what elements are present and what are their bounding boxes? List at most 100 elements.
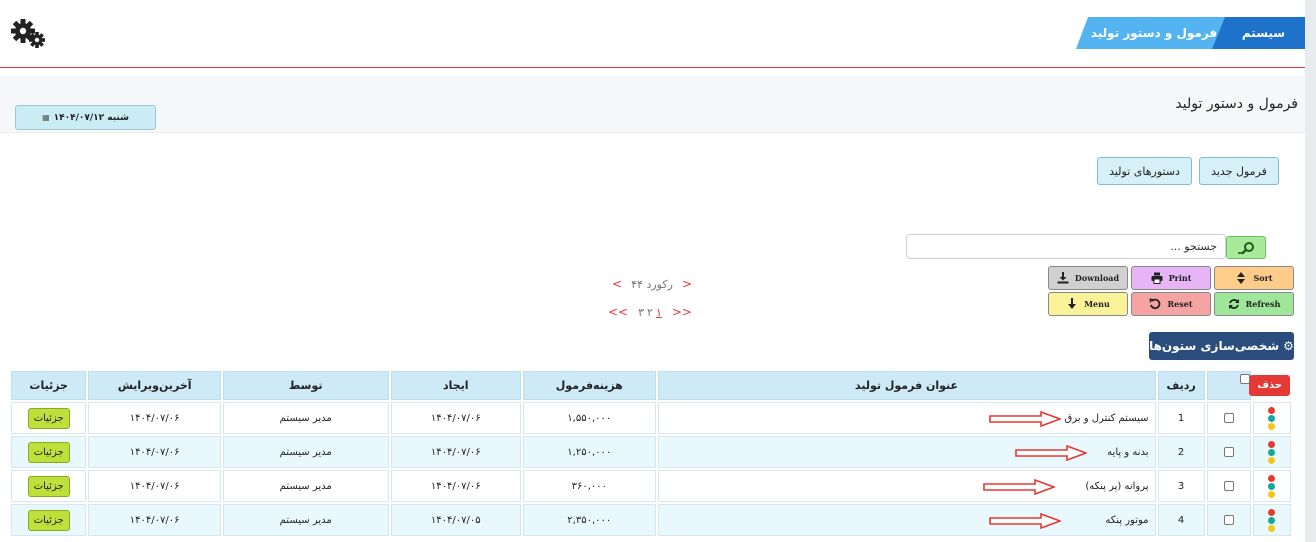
date-display[interactable]: شنبه ۱۴۰۴/۰۷/۱۲ ▦ <box>15 105 156 130</box>
row-cost: ۱,۲۵۰,۰۰۰ <box>523 436 656 468</box>
row-title[interactable]: سیستم کنترل و برق <box>657 402 1156 434</box>
delete-button[interactable]: حذف <box>1249 375 1290 396</box>
breadcrumb-item-formula[interactable]: فرمول و دستور تولید <box>1076 17 1226 49</box>
row-title-text: موتور پنکه <box>1105 514 1149 526</box>
row-select <box>1206 470 1251 502</box>
row-title[interactable]: پروانه (پر پنکه) <box>657 470 1156 502</box>
row-by: مدیر سیستم <box>222 402 389 434</box>
app-window: فرمول و دستور تولید سیستم فرمول و دستور … <box>0 0 1316 542</box>
row-title[interactable]: موتور پنکه <box>657 504 1156 536</box>
reset-label: Reset <box>1167 299 1193 309</box>
row-cost: ۲,۳۵۰,۰۰۰ <box>523 504 656 536</box>
sort-label: Sort <box>1253 273 1273 283</box>
arrow-down-icon <box>1068 298 1077 309</box>
first-page-button[interactable]: << <box>608 305 628 319</box>
row-checkbox[interactable] <box>1223 514 1234 525</box>
row-checkbox[interactable] <box>1223 480 1234 491</box>
reset-icon <box>1149 298 1161 310</box>
header-row-no[interactable]: ردیف <box>1157 371 1205 400</box>
row-select <box>1206 504 1251 536</box>
date-text: شنبه ۱۴۰۴/۰۷/۱۲ <box>53 112 129 123</box>
annotation-arrow-icon <box>1014 445 1087 461</box>
row-checkbox[interactable] <box>1223 446 1234 457</box>
row-cost: ۱,۵۵۰,۰۰۰ <box>523 402 656 434</box>
row-last-edit: ۱۴۰۴/۰۷/۰۶ <box>88 436 221 468</box>
row-details: جزئیات <box>11 504 87 536</box>
cog-icon: ⚙ <box>1283 339 1294 353</box>
refresh-label: Refresh <box>1245 299 1281 309</box>
customize-columns-label: شخصی‌سازی ستون‌ها <box>1149 339 1280 353</box>
print-button[interactable]: Print <box>1131 266 1211 290</box>
row-number: 1 <box>1157 402 1205 434</box>
scrollbar-track[interactable] <box>1305 0 1316 542</box>
header-details: جزئیات <box>11 371 87 400</box>
record-count: ۴۴ رکورد <box>631 277 673 291</box>
header-title[interactable]: عنوان فرمول تولید <box>657 371 1156 400</box>
row-created: ۱۴۰۴/۰۷/۰۶ <box>390 470 522 502</box>
row-by: مدیر سیستم <box>222 504 389 536</box>
row-title-text: بدنه و پایه <box>1107 446 1149 458</box>
pagination: << ۳ ۲ ۱ >> <box>608 305 692 319</box>
record-counter: < ۴۴ رکورد > <box>612 277 692 291</box>
row-select <box>1206 402 1251 434</box>
header-last-edit[interactable]: آخرین‌ویرایش <box>88 371 221 400</box>
last-page-button[interactable]: >> <box>672 305 692 319</box>
download-button[interactable]: Download <box>1048 266 1128 290</box>
refresh-button[interactable]: Refresh <box>1214 292 1294 316</box>
table-row: 1 سیستم کنترل و برق ۱,۵۵۰,۰۰۰ ۱۴۰۴/۰۷/۰۶ مدی… <box>11 402 1291 434</box>
row-title-text: سیستم کنترل و برق <box>1064 412 1149 424</box>
row-status <box>1252 402 1291 434</box>
breadcrumb-item-system[interactable]: سیستم <box>1212 17 1305 49</box>
reset-button[interactable]: Reset <box>1131 292 1211 316</box>
header-delete: حذف <box>1249 371 1291 400</box>
search-icon <box>1238 241 1254 254</box>
row-select <box>1206 436 1251 468</box>
table-row: 3 پروانه (پر پنکه) ۳۶۰,۰۰۰ ۱۴۰۴/۰۷/۰۶ مدیر س… <box>11 470 1291 502</box>
sort-button[interactable]: Sort <box>1214 266 1294 290</box>
row-title[interactable]: بدنه و پایه <box>657 436 1156 468</box>
status-dots-icon <box>1268 508 1276 532</box>
table-header-row: حذف ردیف عنوان فرمول تولید هزینه‌فرمول ا… <box>11 371 1291 400</box>
download-icon <box>1057 272 1069 284</box>
row-created: ۱۴۰۴/۰۷/۰۶ <box>390 436 522 468</box>
print-label: Print <box>1168 273 1192 283</box>
table-body: 1 سیستم کنترل و برق ۱,۵۵۰,۰۰۰ ۱۴۰۴/۰۷/۰۶ مدی… <box>11 402 1291 536</box>
refresh-icon <box>1228 299 1239 309</box>
row-by: مدیر سیستم <box>222 436 389 468</box>
search-input[interactable]: جستجو ... <box>906 234 1226 259</box>
header-by[interactable]: توسط <box>222 371 389 400</box>
row-cost: ۳۶۰,۰۰۰ <box>523 470 656 502</box>
row-title-text: پروانه (پر پنکه) <box>1085 480 1149 492</box>
row-details: جزئیات <box>11 402 87 434</box>
select-all-checkbox[interactable] <box>1239 374 1250 384</box>
page-2[interactable]: ۲ <box>647 306 653 319</box>
row-by: مدیر سیستم <box>222 470 389 502</box>
page-1[interactable]: ۱ <box>656 306 662 319</box>
new-formula-button[interactable]: فرمول جدید <box>1199 157 1279 185</box>
header-cost[interactable]: هزینه‌فرمول <box>523 371 656 400</box>
row-status <box>1252 470 1291 502</box>
page-3[interactable]: ۳ <box>638 306 644 319</box>
header-created[interactable]: ایجاد <box>390 371 522 400</box>
table-row: 2 بدنه و پایه ۱,۲۵۰,۰۰۰ ۱۴۰۴/۰۷/۰۶ مدیر سیست… <box>11 436 1291 468</box>
header-select-all <box>1206 371 1251 400</box>
details-button[interactable]: جزئیات <box>27 475 70 497</box>
settings-gear-icon[interactable] <box>9 17 47 49</box>
details-button[interactable]: جزئیات <box>27 509 70 531</box>
row-number: 3 <box>1157 470 1205 502</box>
details-button[interactable]: جزئیات <box>27 441 70 463</box>
prev-arrow[interactable]: < <box>612 277 622 291</box>
table-row: 4 موتور پنکه ۲,۳۵۰,۰۰۰ ۱۴۰۴/۰۷/۰۵ مدیر سیستم… <box>11 504 1291 536</box>
row-number: 2 <box>1157 436 1205 468</box>
menu-button[interactable]: Menu <box>1048 292 1128 316</box>
details-button[interactable]: جزئیات <box>27 407 70 429</box>
next-arrow[interactable]: > <box>682 277 692 291</box>
row-details: جزئیات <box>11 470 87 502</box>
row-last-edit: ۱۴۰۴/۰۷/۰۶ <box>88 402 221 434</box>
menu-label: Menu <box>1084 299 1110 309</box>
customize-columns-button[interactable]: ⚙ شخصی‌سازی ستون‌ها <box>1149 332 1294 360</box>
row-checkbox[interactable] <box>1223 412 1234 423</box>
row-created: ۱۴۰۴/۰۷/۰۶ <box>390 402 522 434</box>
production-orders-button[interactable]: دستورهای تولید <box>1097 157 1192 185</box>
search-button[interactable] <box>1226 236 1266 259</box>
